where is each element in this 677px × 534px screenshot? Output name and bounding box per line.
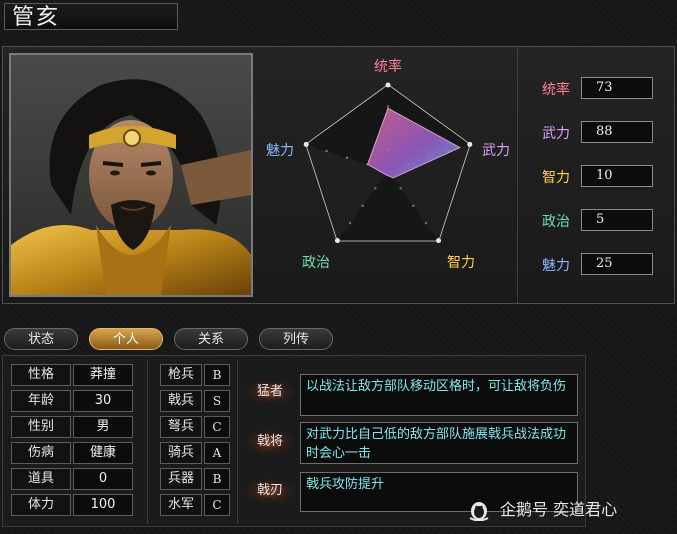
stat-row-charisma: 魅力 25 (518, 253, 675, 279)
radar-vertex (436, 238, 442, 244)
info-value: 健康 (73, 442, 133, 464)
troop-rank: B (204, 364, 230, 386)
info-label: 伤病 (11, 442, 71, 464)
radar-axis-label: 武力 (482, 143, 510, 159)
troop-row-halberd: 戟兵 S (160, 390, 230, 412)
troop-rank: A (204, 442, 230, 464)
troop-label: 兵器 (160, 468, 202, 490)
stat-row-intelligence: 智力 10 (518, 165, 675, 191)
radar-axis-label: 魅力 (266, 143, 294, 159)
info-row-stamina: 体力 100 (11, 494, 133, 516)
troop-row-navy: 水军 C (160, 494, 230, 516)
watermark-text: 企鹅号 奕道君心 (500, 500, 618, 519)
stat-row-politics: 政治 5 (518, 209, 675, 235)
stat-label: 智力 (542, 170, 570, 186)
radar-vertex (303, 141, 309, 147)
troop-label: 骑兵 (160, 442, 202, 464)
penguin-icon (469, 502, 489, 521)
radar-vertex (467, 141, 473, 147)
troop-row-cavalry: 骑兵 A (160, 442, 230, 464)
radar-vertex (385, 82, 391, 88)
info-row-age: 年龄 30 (11, 390, 133, 412)
stat-value: 25 (581, 253, 653, 275)
troop-rank: C (204, 494, 230, 516)
radar-grid-dot (345, 156, 349, 159)
info-row-injury: 伤病 健康 (11, 442, 133, 464)
info-value: 0 (73, 468, 133, 490)
skill-name[interactable]: 猛者 (246, 380, 294, 404)
troop-rank: B (204, 468, 230, 490)
radar-grid-dot (348, 221, 352, 225)
radar-axis-label: 智力 (447, 255, 475, 271)
top-panel: 统率 武力 智力 政治 魅力 统率 73 武力 88 智力 10 政治 5 魅力 25 (2, 46, 675, 304)
troop-rank: S (204, 390, 230, 412)
info-label: 体力 (11, 494, 71, 516)
radar-axis-label: 政治 (302, 255, 330, 271)
troop-row-siege: 兵器 B (160, 468, 230, 490)
tab-status[interactable]: 状态 (4, 328, 78, 350)
info-row-items: 道具 0 (11, 468, 133, 490)
skill-description: 对武力比自己低的敌方部队施展戟兵战法成功时会心一击 (300, 422, 578, 464)
stat-value: 10 (581, 165, 653, 187)
stat-value: 5 (581, 209, 653, 231)
stat-row-command: 统率 73 (518, 77, 675, 103)
info-label: 性别 (11, 416, 71, 438)
attribute-radar: 统率武力智力 政治 魅力 (258, 53, 520, 301)
troop-label: 戟兵 (160, 390, 202, 412)
info-label: 性格 (11, 364, 71, 386)
radar-grid-dot (361, 204, 364, 207)
tab-personal[interactable]: 个人 (89, 328, 163, 350)
portrait (9, 53, 253, 297)
troop-row-crossbow: 弩兵 C (160, 416, 230, 438)
info-value: 30 (73, 390, 133, 412)
troop-label: 枪兵 (160, 364, 202, 386)
info-value: 100 (73, 494, 133, 516)
portrait-image (11, 55, 251, 295)
info-value: 莽撞 (73, 364, 133, 386)
stat-label: 武力 (542, 126, 570, 142)
stat-label: 政治 (542, 214, 570, 230)
troop-rank: C (204, 416, 230, 438)
info-label: 年龄 (11, 390, 71, 412)
stat-label: 统率 (542, 82, 570, 98)
radar-vertex (334, 238, 340, 244)
radar-chart: 统率武力智力 政治 魅力 (266, 58, 510, 271)
skill-name[interactable]: 戟刃 (246, 479, 294, 503)
troop-row-spear: 枪兵 B (160, 364, 230, 386)
radar-grid-dot (399, 187, 402, 190)
character-screen: 管亥 统率 武力 智力 政治 魅力 统率 73 武力 88 智力 10 政治 5… (0, 0, 677, 534)
radar-axis-label: 统率 (374, 58, 402, 75)
stat-label: 魅力 (542, 258, 570, 274)
general-name: 管亥 (12, 5, 61, 30)
stat-value: 88 (581, 121, 653, 143)
info-row-personality: 性格 莽撞 (11, 364, 133, 386)
troop-label: 弩兵 (160, 416, 202, 438)
radar-grid-dot (325, 149, 328, 153)
radar-grid-dot (424, 221, 428, 225)
stats-panel: 统率 73 武力 88 智力 10 政治 5 魅力 25 (517, 47, 674, 303)
divider (237, 360, 238, 524)
name-plate: 管亥 (4, 3, 178, 30)
tab-biography[interactable]: 列传 (259, 328, 333, 350)
radar-grid-dot (386, 105, 390, 108)
watermark: 企鹅号 奕道君心 (466, 495, 671, 525)
stat-value: 73 (581, 77, 653, 99)
tab-relations[interactable]: 关系 (174, 328, 248, 350)
divider (147, 360, 148, 524)
skill-name[interactable]: 戟将 (246, 430, 294, 454)
radar-grid-dot (412, 204, 415, 207)
stat-row-war: 武力 88 (518, 121, 675, 147)
info-label: 道具 (11, 468, 71, 490)
radar-grid-dot (374, 187, 377, 190)
info-row-gender: 性别 男 (11, 416, 133, 438)
troop-label: 水军 (160, 494, 202, 516)
skill-description: 以战法让敌方部队移动区格时，可让敌将负伤 (300, 374, 578, 416)
info-value: 男 (73, 416, 133, 438)
